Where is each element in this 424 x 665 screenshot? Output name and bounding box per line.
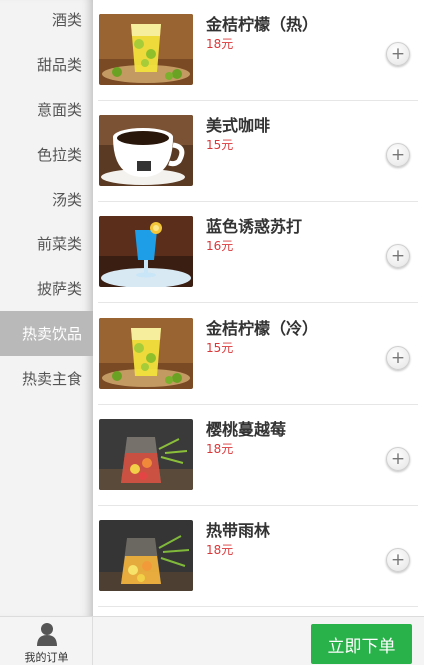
product-item[interactable]: 蓝色诱惑苏打 16元 +	[93, 202, 424, 303]
product-item[interactable]: 金桔柠檬（冷） 15元 +	[93, 304, 424, 405]
blue-soda-glass-image	[99, 216, 193, 287]
coffee-cup-image	[99, 115, 193, 186]
product-name: 金桔柠檬（冷）	[206, 319, 319, 338]
add-to-cart-button[interactable]: +	[386, 42, 410, 66]
fruit-tea-jug-image	[99, 419, 193, 490]
add-to-cart-button[interactable]: +	[386, 143, 410, 167]
product-item[interactable]: 热带雨林 18元 +	[93, 506, 424, 607]
category-item-salad[interactable]: 色拉类	[0, 132, 93, 177]
product-name: 樱桃蔓越莓	[206, 420, 287, 439]
category-item-desserts[interactable]: 甜品类	[0, 42, 93, 87]
plus-icon: +	[390, 347, 406, 368]
add-to-cart-button[interactable]: +	[386, 346, 410, 370]
my-orders-label: 我的订单	[24, 651, 69, 664]
person-icon	[37, 623, 57, 646]
category-item-pizza[interactable]: 披萨类	[0, 266, 93, 311]
add-to-cart-button[interactable]: +	[386, 244, 410, 268]
product-name: 热带雨林	[206, 521, 271, 540]
fruit-tea-jug-image	[99, 520, 193, 591]
product-name: 美式咖啡	[206, 116, 271, 135]
product-price: 16元	[206, 239, 234, 253]
plus-icon: +	[390, 549, 406, 570]
place-order-button[interactable]: 立即下单	[311, 624, 412, 664]
my-orders-button[interactable]: 我的订单	[0, 617, 93, 665]
product-price: 18元	[206, 543, 234, 557]
add-to-cart-button[interactable]: +	[386, 548, 410, 572]
category-sidebar: 酒类 甜品类 意面类 色拉类 汤类 前菜类 披萨类 热卖饮品 热卖主食	[0, 0, 93, 616]
product-price: 15元	[206, 341, 234, 355]
add-to-cart-button[interactable]: +	[386, 447, 410, 471]
category-item-hot-drinks[interactable]: 热卖饮品	[0, 311, 93, 356]
product-name: 金桔柠檬（热）	[206, 15, 319, 34]
product-item[interactable]: 美式咖啡 15元 +	[93, 101, 424, 202]
product-item[interactable]: 樱桃蔓越莓 18元 +	[93, 405, 424, 506]
kumquat-lemon-drink-image	[99, 14, 193, 85]
bottom-bar: 我的订单 立即下单	[0, 616, 424, 665]
product-price: 18元	[206, 442, 234, 456]
category-item-pasta[interactable]: 意面类	[0, 87, 93, 132]
plus-icon: +	[390, 245, 406, 266]
divider	[98, 302, 418, 303]
divider	[98, 606, 418, 607]
category-item-soup[interactable]: 汤类	[0, 177, 93, 222]
category-item-hot-mains[interactable]: 热卖主食	[0, 356, 93, 401]
plus-icon: +	[390, 144, 406, 165]
product-list: 金桔柠檬（热） 18元 + 美式咖啡 15元 + 蓝色诱惑苏打 16元 + 金桔…	[93, 0, 424, 616]
product-name: 蓝色诱惑苏打	[206, 217, 303, 236]
product-item[interactable]: 金桔柠檬（热） 18元 +	[93, 0, 424, 101]
plus-icon: +	[390, 448, 406, 469]
plus-icon: +	[390, 43, 406, 64]
category-item-wine[interactable]: 酒类	[0, 0, 93, 42]
product-price: 18元	[206, 37, 234, 51]
product-price: 15元	[206, 138, 234, 152]
kumquat-lemon-drink-image	[99, 318, 193, 389]
category-item-appetizers[interactable]: 前菜类	[0, 221, 93, 266]
